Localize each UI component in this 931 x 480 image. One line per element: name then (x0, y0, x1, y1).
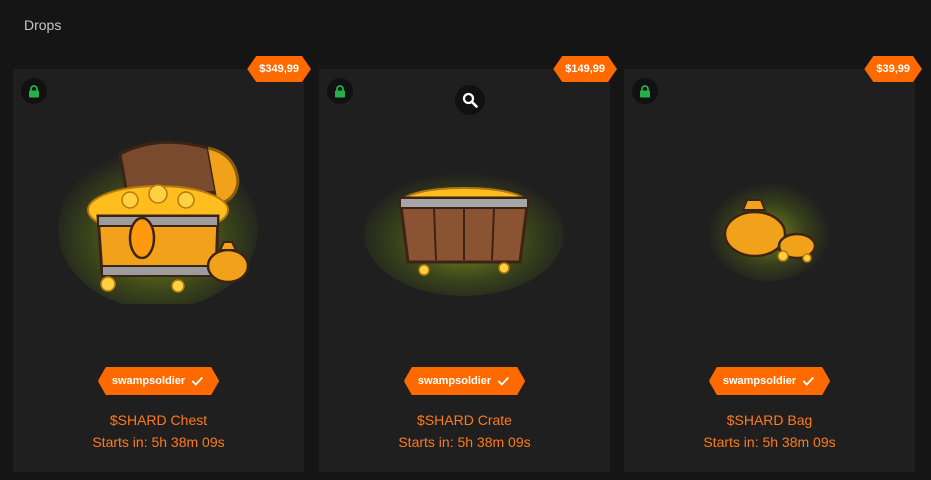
drop-card-crate[interactable]: $149,99 swampsoldier $SHARD Crate Starts… (319, 69, 610, 472)
lock-icon (327, 78, 353, 104)
drop-countdown: Starts in: 5h 38m 09s (92, 434, 225, 450)
crate-icon (364, 172, 564, 296)
owner-badge[interactable]: swampsoldier (404, 367, 525, 395)
lock-icon (21, 78, 47, 104)
drops-page: Drops $349,99 swampsoldier $SHARD Chest … (0, 0, 931, 480)
search-icon (462, 92, 478, 108)
price-tag[interactable]: $39,99 (864, 56, 922, 82)
drop-countdown: Starts in: 5h 38m 09s (703, 434, 836, 450)
drop-name: $SHARD Chest (109, 412, 208, 428)
owner-badge[interactable]: swampsoldier (98, 367, 219, 395)
verified-check-icon (497, 376, 509, 386)
price-tag[interactable]: $349,99 (247, 56, 311, 82)
price-tag[interactable]: $149,99 (553, 56, 617, 82)
owner-badge[interactable]: swampsoldier (709, 367, 830, 395)
drop-name: $SHARD Crate (417, 412, 512, 428)
treasure-chest-icon (58, 140, 258, 304)
lock-icon (632, 78, 658, 104)
drop-card-chest[interactable]: $349,99 swampsoldier $SHARD Chest Starts… (13, 69, 304, 472)
drop-name: $SHARD Bag (726, 412, 813, 428)
drop-countdown: Starts in: 5h 38m 09s (398, 434, 531, 450)
verified-check-icon (191, 376, 203, 386)
owner-name: swampsoldier (111, 375, 186, 387)
owner-name: swampsoldier (722, 375, 797, 387)
search-button[interactable] (455, 85, 485, 115)
drop-card-bag[interactable]: $39,99 swampsoldier $SHARD Bag Starts in… (624, 69, 915, 472)
owner-name: swampsoldier (417, 375, 492, 387)
coin-bag-icon (707, 177, 831, 281)
verified-check-icon (802, 376, 814, 386)
section-title: Drops (24, 17, 62, 33)
